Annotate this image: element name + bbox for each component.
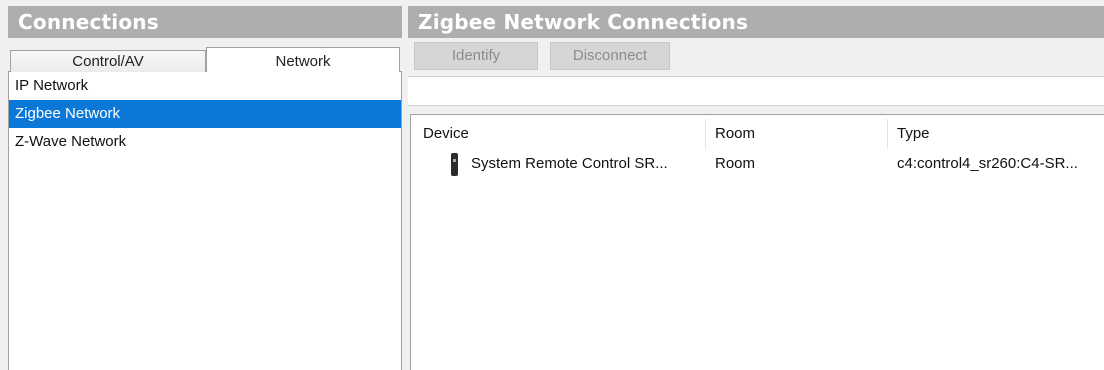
network-type-list: IP Network Zigbee Network Z-Wave Network [8,72,402,370]
connections-tab-strip: Control/AV Network [8,38,402,73]
list-item-zigbee-network[interactable]: Zigbee Network [9,100,401,128]
column-header-room[interactable]: Room [715,125,755,142]
device-cell: System Remote Control SR... [471,155,668,172]
connections-title: Connections [8,6,402,38]
filter-bar[interactable] [408,76,1104,106]
column-separator[interactable] [887,119,888,149]
tab-network[interactable]: Network [206,47,400,73]
column-header-type[interactable]: Type [897,125,930,142]
column-separator[interactable] [705,119,706,149]
list-item-zwave-network[interactable]: Z-Wave Network [9,128,401,156]
grid-header: Device Room Type [411,115,1104,151]
zigbee-connections-title: Zigbee Network Connections [408,6,1104,38]
connections-pane: Connections Control/AV Network IP Networ… [8,6,402,370]
disconnect-button[interactable]: Disconnect [550,42,670,70]
column-header-device[interactable]: Device [423,125,469,142]
device-grid[interactable]: Device Room Type System Remote Control S… [410,114,1104,370]
identify-button[interactable]: Identify [414,42,538,70]
remote-control-icon [451,153,458,176]
room-cell: Room [715,155,756,172]
type-cell: c4:control4_sr260:C4-SR... [897,155,1078,172]
zigbee-connections-pane: Zigbee Network Connections Identify Disc… [408,6,1104,370]
connections-toolbar: Identify Disconnect [408,38,1104,74]
list-item-ip-network[interactable]: IP Network [9,72,401,100]
table-row[interactable]: System Remote Control SR... Room c4:cont… [411,151,1104,181]
tab-control-av[interactable]: Control/AV [10,50,206,72]
